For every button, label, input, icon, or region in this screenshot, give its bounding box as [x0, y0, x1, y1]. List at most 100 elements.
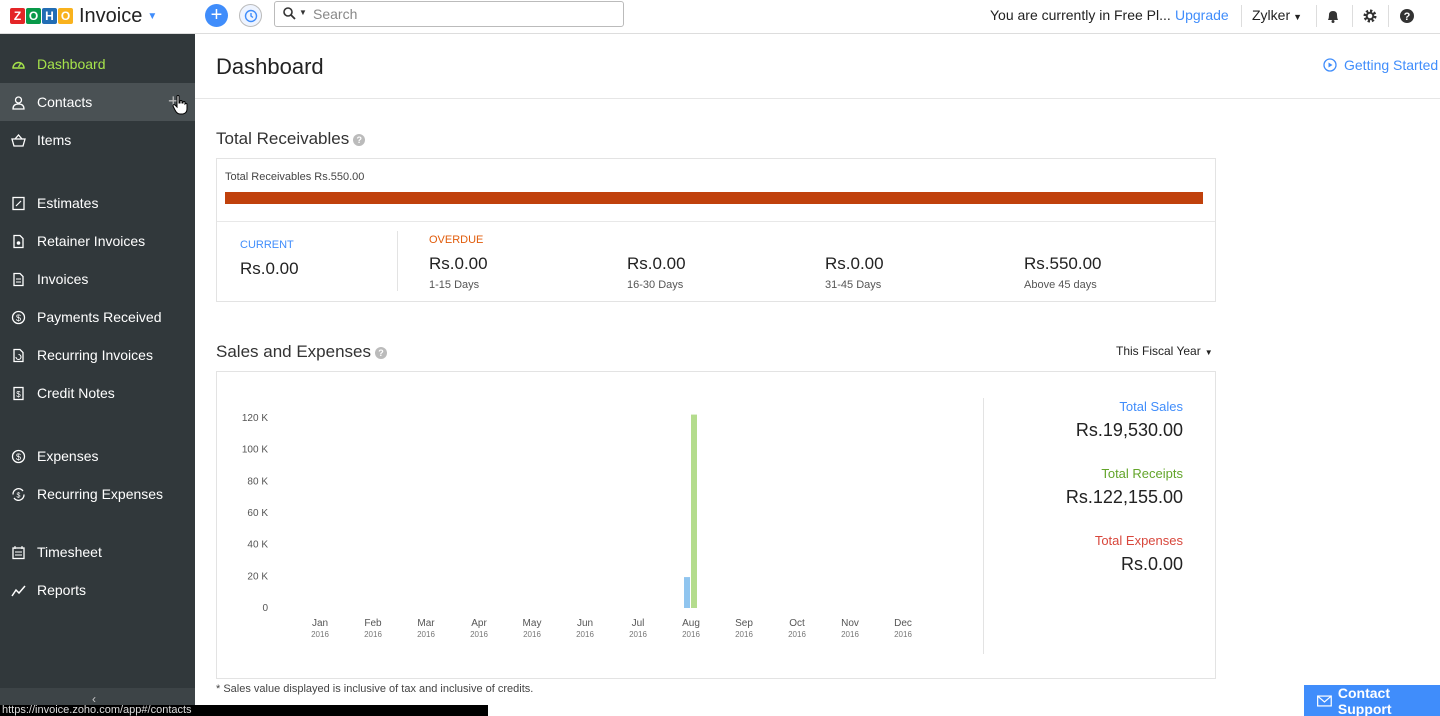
- bell-icon[interactable]: [1325, 8, 1341, 24]
- y-tick-label: 100 K: [242, 445, 268, 456]
- getting-started-link[interactable]: Getting Started: [1323, 57, 1438, 73]
- contacts-icon: [12, 96, 25, 110]
- getting-started-label: Getting Started: [1344, 57, 1439, 73]
- period-select[interactable]: This Fiscal Year ▼: [1116, 344, 1213, 358]
- x-tick-sublabel: 2016: [523, 630, 541, 639]
- plus-icon: +: [210, 4, 223, 26]
- app-logo[interactable]: Z O H O Invoice ▼: [10, 5, 157, 27]
- hand-cursor-icon: [172, 95, 188, 115]
- search-input[interactable]: [313, 5, 613, 23]
- mail-icon: [1317, 694, 1332, 707]
- svg-text:?: ?: [1404, 11, 1411, 23]
- chevron-down-icon: ▼: [1204, 348, 1213, 357]
- help-icon[interactable]: ?: [353, 134, 366, 146]
- sidebar-item-payments-received[interactable]: $ Payments Received: [0, 298, 195, 336]
- receivables-card: Total Receivables Rs.550.00 CURRENT Rs.0…: [216, 158, 1216, 302]
- sidebar-item-label: Payments Received: [37, 309, 162, 325]
- divider: [1388, 5, 1389, 27]
- sidebar: Dashboard Contacts + Items Estimates Ret…: [0, 34, 195, 716]
- logo-letter-h: H: [42, 8, 57, 24]
- total-expenses-value: Rs.0.00: [1120, 554, 1183, 574]
- org-switcher[interactable]: Zylker ▼: [1252, 7, 1302, 23]
- receivables-bar-overdue-fill: [225, 192, 1203, 204]
- y-tick-label: 60 K: [247, 508, 268, 519]
- overdue-above-45-amount[interactable]: Rs.550.00: [1024, 254, 1102, 274]
- sidebar-item-estimates[interactable]: Estimates: [0, 184, 195, 222]
- overdue-1-15-amount[interactable]: Rs.0.00: [429, 254, 488, 274]
- items-icon: [11, 134, 26, 147]
- svg-text:$: $: [16, 390, 21, 399]
- sidebar-item-label: Recurring Expenses: [37, 486, 164, 502]
- recurring-invoices-icon: [13, 348, 24, 363]
- sidebar-item-label: Estimates: [37, 195, 99, 211]
- current-heading: CURRENT: [240, 239, 294, 251]
- x-tick-sublabel: 2016: [417, 630, 435, 639]
- retainer-icon: [13, 234, 24, 249]
- sidebar-item-recurring-invoices[interactable]: Recurring Invoices: [0, 336, 195, 374]
- search-icon: [283, 7, 296, 20]
- x-tick-label: Aug: [682, 618, 700, 629]
- sidebar-item-recurring-expenses[interactable]: $ Recurring Expenses: [0, 475, 195, 513]
- sales-expenses-heading: Sales and Expenses?: [216, 342, 387, 362]
- x-tick-label: Oct: [789, 618, 805, 629]
- total-receipts-label: Total Receipts: [1101, 466, 1183, 481]
- total-sales-block: Total Sales Rs.19,530.00: [1076, 399, 1183, 441]
- x-tick-label: Sep: [735, 618, 753, 629]
- contact-support-label: Contact Support: [1337, 684, 1392, 716]
- app-switcher-caret-icon[interactable]: ▼: [147, 11, 157, 22]
- plan-status-text: You are currently in Free Pl...: [990, 7, 1171, 23]
- x-tick-sublabel: 2016: [735, 630, 753, 639]
- invoices-icon: [13, 272, 24, 287]
- total-receipts-value: Rs.122,155.00: [1065, 487, 1183, 507]
- search-box[interactable]: ▼: [274, 1, 624, 27]
- contact-support-button[interactable]: Contact Support: [1304, 685, 1440, 716]
- sidebar-item-retainer-invoices[interactable]: Retainer Invoices: [0, 222, 195, 260]
- svg-text:$: $: [16, 313, 21, 323]
- header-divider: [195, 98, 1440, 99]
- x-tick-sublabel: 2016: [364, 630, 382, 639]
- receivables-heading: Total Receivables?: [216, 129, 366, 149]
- y-tick-label: 120 K: [242, 413, 268, 424]
- dashboard-icon: [12, 61, 25, 69]
- sidebar-item-credit-notes[interactable]: $ Credit Notes: [0, 374, 195, 412]
- overdue-16-30-amount[interactable]: Rs.0.00: [627, 254, 686, 274]
- timesheet-icon: [12, 546, 25, 560]
- overdue-31-45-range: 31-45 Days: [825, 279, 882, 291]
- sidebar-item-invoices[interactable]: Invoices: [0, 260, 195, 298]
- y-tick-label: 20 K: [247, 571, 268, 582]
- overdue-31-45-amount[interactable]: Rs.0.00: [825, 254, 884, 274]
- app-name: Invoice: [79, 4, 143, 27]
- x-tick-label: Feb: [364, 618, 382, 629]
- sidebar-item-dashboard[interactable]: Dashboard: [0, 45, 195, 83]
- x-tick-sublabel: 2016: [311, 630, 329, 639]
- gear-icon[interactable]: [1362, 8, 1378, 24]
- x-tick-sublabel: 2016: [841, 630, 859, 639]
- sidebar-item-expenses[interactable]: $ Expenses: [0, 437, 195, 475]
- sales-expenses-chart: 020 K40 K60 K80 K100 K120 KJan2016Feb201…: [242, 413, 913, 639]
- reports-icon: [11, 585, 26, 597]
- sidebar-item-timesheet[interactable]: Timesheet: [0, 533, 195, 571]
- current-amount[interactable]: Rs.0.00: [240, 259, 299, 279]
- expenses-icon: $: [11, 449, 26, 464]
- search-filter-caret-icon[interactable]: ▼: [299, 8, 307, 17]
- org-name: Zylker: [1252, 7, 1291, 23]
- total-expenses-block: Total Expenses Rs.0.00: [1095, 533, 1183, 575]
- help-icon[interactable]: ?: [375, 347, 387, 359]
- help-icon[interactable]: ?: [1399, 8, 1415, 24]
- sidebar-item-items[interactable]: Items: [0, 121, 195, 159]
- recent-history-button[interactable]: [239, 4, 262, 27]
- chevron-down-icon: ▼: [1293, 12, 1303, 22]
- history-icon: [244, 9, 258, 23]
- quick-create-button[interactable]: +: [205, 4, 228, 27]
- x-tick-sublabel: 2016: [788, 630, 806, 639]
- sidebar-item-label: Credit Notes: [37, 385, 115, 401]
- recurring-expenses-icon: $: [12, 488, 25, 501]
- logo-letter-z: Z: [10, 8, 25, 24]
- sidebar-item-reports[interactable]: Reports: [0, 571, 195, 609]
- x-tick-label: Apr: [471, 618, 487, 629]
- upgrade-link[interactable]: Upgrade: [1175, 7, 1229, 23]
- play-circle-icon: [1323, 58, 1337, 72]
- y-tick-label: 40 K: [247, 540, 268, 551]
- sidebar-item-contacts[interactable]: Contacts +: [0, 83, 195, 121]
- x-tick-sublabel: 2016: [682, 630, 700, 639]
